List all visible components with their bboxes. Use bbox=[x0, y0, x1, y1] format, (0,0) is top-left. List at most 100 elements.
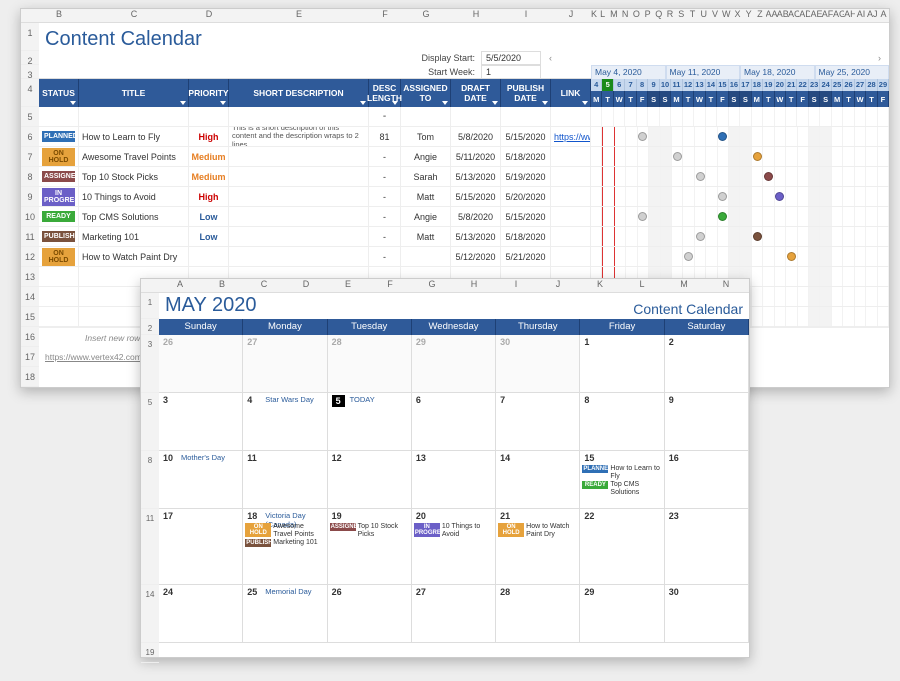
col-title[interactable]: TITLE bbox=[79, 79, 189, 107]
cell-draft-date[interactable]: 5/12/2020 bbox=[451, 247, 501, 266]
calendar-cell[interactable]: 27 bbox=[243, 335, 327, 393]
cell-desc-len[interactable]: 81 bbox=[369, 127, 401, 146]
scroll-right-icon[interactable]: › bbox=[878, 53, 881, 63]
cell-priority[interactable]: Low bbox=[189, 207, 229, 226]
cell-status[interactable]: PUBLISHED bbox=[39, 227, 79, 246]
col-link[interactable]: LINK bbox=[551, 79, 591, 107]
cell-priority[interactable] bbox=[189, 247, 229, 266]
display-start-input[interactable]: 5/5/2020 bbox=[481, 51, 541, 65]
table-row[interactable]: PLANNEDHow to Learn to FlyHighThis is a … bbox=[39, 127, 889, 147]
col-draft[interactable]: DRAFT DATE bbox=[451, 79, 501, 107]
cell-status[interactable]: READY bbox=[39, 207, 79, 226]
calendar-cell[interactable]: 5TODAY bbox=[328, 393, 412, 451]
calendar-cell[interactable]: 25Memorial Day bbox=[243, 585, 327, 643]
calendar-cell[interactable]: 7 bbox=[496, 393, 580, 451]
cell-short-desc[interactable] bbox=[229, 147, 369, 166]
calendar-cell[interactable]: 12 bbox=[328, 451, 412, 509]
cell-link[interactable] bbox=[551, 207, 591, 226]
calendar-cell[interactable]: 16 bbox=[665, 451, 749, 509]
cell-status[interactable]: ON HOLD bbox=[39, 147, 79, 166]
cell-publish-date[interactable]: 5/19/2020 bbox=[501, 167, 551, 186]
cell-title[interactable]: Marketing 101 bbox=[79, 227, 189, 246]
table-row[interactable]: READYTop CMS SolutionsLow-Angie5/8/20205… bbox=[39, 207, 889, 227]
cell-desc-len[interactable]: - bbox=[369, 147, 401, 166]
cell-assigned[interactable]: Matt bbox=[401, 227, 451, 246]
cell-publish-date[interactable]: 5/15/2020 bbox=[501, 127, 551, 146]
calendar-cell[interactable]: 21ON HOLDHow to Watch Paint Dry bbox=[496, 509, 580, 585]
table-row[interactable]: IN PROGRESS10 Things to AvoidHigh-Matt5/… bbox=[39, 187, 889, 207]
calendar-cell[interactable]: 15PLANNEDHow to Learn to FlyREADYTop CMS… bbox=[580, 451, 664, 509]
cell-assigned[interactable] bbox=[401, 247, 451, 266]
col-assigned[interactable]: ASSIGNED TO bbox=[401, 79, 451, 107]
cell-desc-len[interactable]: - bbox=[369, 247, 401, 266]
calendar-cell[interactable]: 6 bbox=[412, 393, 496, 451]
calendar-cell[interactable]: 11 bbox=[243, 451, 327, 509]
cell-priority[interactable]: Low bbox=[189, 227, 229, 246]
cell-short-desc[interactable]: This is a short description of this cont… bbox=[229, 127, 369, 146]
cell-title[interactable]: How to Watch Paint Dry bbox=[79, 247, 189, 266]
calendar-cell[interactable]: 30 bbox=[665, 585, 749, 643]
cell-title[interactable]: Top CMS Solutions bbox=[79, 207, 189, 226]
cell-title[interactable]: Top 10 Stock Picks bbox=[79, 167, 189, 186]
cell-link[interactable] bbox=[551, 167, 591, 186]
cell-desc-len[interactable]: - bbox=[369, 167, 401, 186]
cell-publish-date[interactable]: 5/18/2020 bbox=[501, 147, 551, 166]
cell-desc-len[interactable]: - bbox=[369, 227, 401, 246]
cell-assigned[interactable]: Angie bbox=[401, 207, 451, 226]
calendar-item[interactable]: PUBLISHEDMarketing 101 bbox=[245, 539, 324, 547]
cell-status[interactable]: PLANNED bbox=[39, 127, 79, 146]
calendar-cell[interactable]: 14 bbox=[496, 451, 580, 509]
calendar-cell[interactable]: 13 bbox=[412, 451, 496, 509]
calendar-cell[interactable]: 19ASSIGNEDTop 10 Stock Picks bbox=[328, 509, 412, 585]
cell-title[interactable]: How to Learn to Fly bbox=[79, 127, 189, 146]
cell-draft-date[interactable]: 5/15/2020 bbox=[451, 187, 501, 206]
cell-status[interactable]: IN PROGRESS bbox=[39, 187, 79, 206]
cell-draft-date[interactable]: 5/8/2020 bbox=[451, 127, 501, 146]
col-status[interactable]: STATUS bbox=[39, 79, 79, 107]
cell-short-desc[interactable] bbox=[229, 247, 369, 266]
cell-draft-date[interactable]: 5/13/2020 bbox=[451, 167, 501, 186]
col-desclen[interactable]: DESC LENGTH bbox=[369, 79, 401, 107]
cell-short-desc[interactable] bbox=[229, 187, 369, 206]
table-row[interactable]: PUBLISHEDMarketing 101Low-Matt5/13/20205… bbox=[39, 227, 889, 247]
cell-status[interactable]: ASSIGNED bbox=[39, 167, 79, 186]
calendar-item[interactable]: PLANNEDHow to Learn to Fly bbox=[582, 465, 661, 480]
cell-priority[interactable]: Medium bbox=[189, 147, 229, 166]
table-row[interactable]: ON HOLDAwesome Travel PointsMedium-Angie… bbox=[39, 147, 889, 167]
calendar-cell[interactable]: 24 bbox=[159, 585, 243, 643]
col-publish[interactable]: PUBLISH DATE bbox=[501, 79, 551, 107]
cell-link[interactable] bbox=[551, 187, 591, 206]
cell-assigned[interactable]: Sarah bbox=[401, 167, 451, 186]
calendar-item[interactable]: ON HOLDHow to Watch Paint Dry bbox=[498, 523, 577, 538]
calendar-item[interactable]: READYTop CMS Solutions bbox=[582, 481, 661, 496]
cell-link[interactable] bbox=[551, 147, 591, 166]
cell-priority[interactable]: Medium bbox=[189, 167, 229, 186]
cell-desc-len[interactable]: - bbox=[369, 207, 401, 226]
cell-publish-date[interactable]: 5/20/2020 bbox=[501, 187, 551, 206]
calendar-cell[interactable]: 29 bbox=[412, 335, 496, 393]
calendar-cell[interactable]: 3 bbox=[159, 393, 243, 451]
calendar-item[interactable]: ASSIGNEDTop 10 Stock Picks bbox=[330, 523, 409, 538]
cell-status[interactable]: ON HOLD bbox=[39, 247, 79, 266]
calendar-cell[interactable]: 4Star Wars Day bbox=[243, 393, 327, 451]
calendar-cell[interactable]: 29 bbox=[580, 585, 664, 643]
cell-assigned[interactable]: Tom bbox=[401, 127, 451, 146]
table-row[interactable]: ON HOLDHow to Watch Paint Dry-5/12/20205… bbox=[39, 247, 889, 267]
cell-assigned[interactable]: Matt bbox=[401, 187, 451, 206]
table-row[interactable]: ASSIGNEDTop 10 Stock PicksMedium-Sarah5/… bbox=[39, 167, 889, 187]
cell-draft-date[interactable]: 5/13/2020 bbox=[451, 227, 501, 246]
col-desc[interactable]: SHORT DESCRIPTION bbox=[229, 79, 369, 107]
calendar-cell[interactable]: 27 bbox=[412, 585, 496, 643]
cell-short-desc[interactable] bbox=[229, 167, 369, 186]
calendar-cell[interactable]: 1 bbox=[580, 335, 664, 393]
cell-title[interactable]: 10 Things to Avoid bbox=[79, 187, 189, 206]
calendar-cell[interactable]: 22 bbox=[580, 509, 664, 585]
calendar-cell[interactable]: 26 bbox=[328, 585, 412, 643]
cell-assigned[interactable]: Angie bbox=[401, 147, 451, 166]
cell-short-desc[interactable] bbox=[229, 227, 369, 246]
cell-draft-date[interactable]: 5/8/2020 bbox=[451, 207, 501, 226]
calendar-cell[interactable]: 10Mother's Day bbox=[159, 451, 243, 509]
calendar-cell[interactable]: 30 bbox=[496, 335, 580, 393]
cell-link[interactable]: https://ww bbox=[551, 127, 591, 146]
calendar-cell[interactable]: 28 bbox=[328, 335, 412, 393]
